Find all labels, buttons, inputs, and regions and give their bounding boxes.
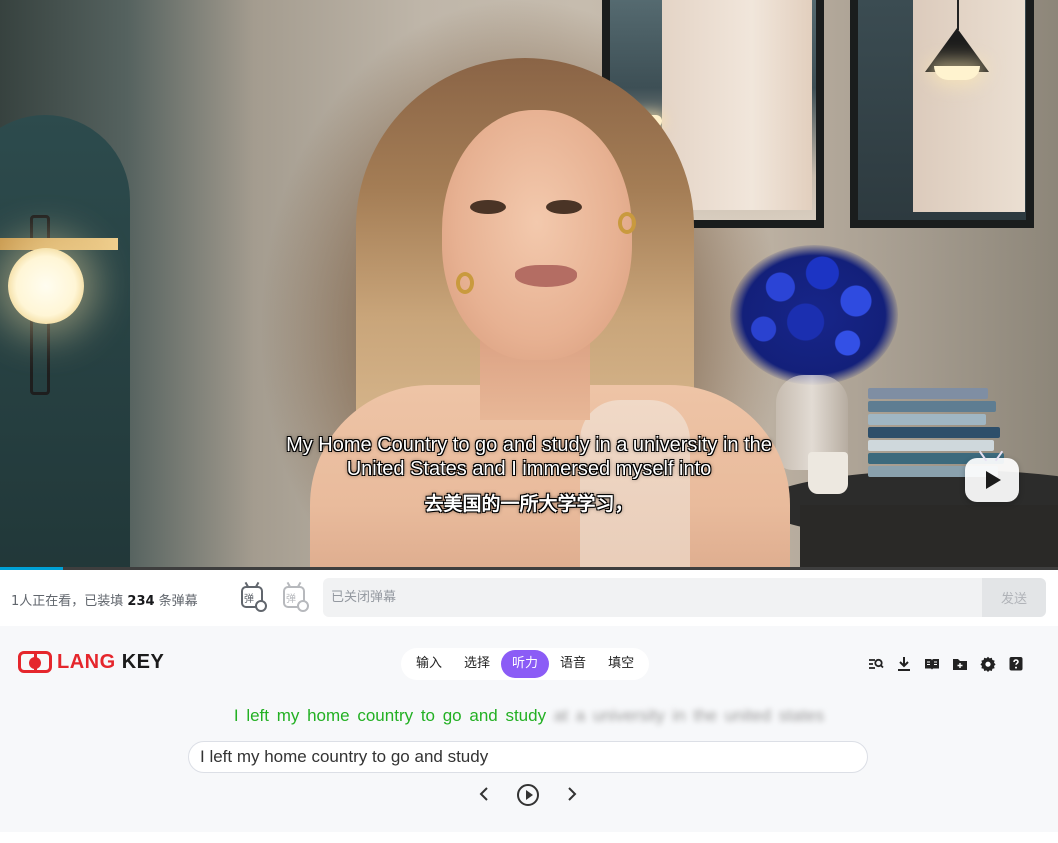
earring (618, 212, 636, 234)
search-list-icon[interactable] (867, 655, 885, 673)
danmaku-settings-label: 弹 (286, 594, 296, 605)
sentence-known-part: I left my home country to go and study (233, 706, 547, 725)
subtitle-english-line: United States and I immersed myself into (346, 458, 712, 480)
play-sentence-icon[interactable] (517, 784, 539, 806)
langkey-panel: LANG KEY 输入 选择 听力 语音 填空 I left my home c… (0, 626, 1058, 832)
gear-icon[interactable] (979, 655, 997, 673)
logo-lang-text: LANG (57, 650, 116, 673)
subtitle-english-line: My Home Country to go and study in a uni… (286, 434, 772, 456)
blue-flowers (730, 245, 898, 385)
langkey-logo: LANG KEY (18, 650, 164, 674)
tab-fill-blank[interactable]: 填空 (597, 650, 645, 678)
chevron-left-icon[interactable] (476, 782, 492, 811)
sentence-hidden-part: at a university in the united states (553, 706, 825, 725)
answer-input[interactable] (188, 741, 868, 773)
viewer-info-suffix: 条弹幕 (154, 594, 198, 609)
langkey-logo-icon (18, 651, 52, 673)
danmaku-input[interactable] (323, 578, 983, 617)
tab-input[interactable]: 输入 (405, 650, 453, 678)
danmaku-toggle-icon[interactable]: 弹 (241, 586, 267, 612)
download-icon[interactable] (895, 655, 913, 673)
folder-icon[interactable] (951, 655, 969, 673)
book-icon[interactable] (923, 655, 941, 673)
help-icon[interactable] (1007, 655, 1025, 673)
person-eye (546, 200, 582, 214)
send-button[interactable]: 发送 (982, 578, 1046, 617)
wall-lamp-bulb (8, 248, 84, 324)
person-mouth (515, 265, 577, 287)
pendant-lamp-light (934, 66, 980, 80)
listening-sentence: I left my home country to go and study a… (0, 706, 1058, 726)
danmaku-count: 234 (127, 594, 155, 609)
tab-choice[interactable]: 选择 (453, 650, 501, 678)
earring (456, 272, 474, 294)
viewer-info-prefix: 1人正在看，已装填 (11, 594, 128, 609)
pendant-cord (957, 0, 959, 30)
chevron-right-icon[interactable] (564, 782, 580, 811)
play-icon[interactable] (965, 450, 1019, 502)
video-player[interactable]: My Home Country to go and study in a uni… (0, 0, 1058, 568)
viewer-info: 1人正在看，已装填 234 条弹幕 (11, 590, 198, 609)
tab-speech[interactable]: 语音 (549, 650, 597, 678)
person-face (442, 110, 632, 360)
subtitle-chinese: 去美国的一所大学学习， (424, 493, 634, 515)
danmaku-settings-icon[interactable]: 弹 (283, 586, 309, 612)
logo-key-text: KEY (121, 650, 165, 673)
mode-tabs: 输入 选择 听力 语音 填空 (401, 648, 650, 680)
danmaku-bar: 1人正在看，已装填 234 条弹幕 弹 弹 发送 (0, 570, 1058, 626)
subtitle-english: My Home Country to go and study in a uni… (0, 433, 1058, 481)
langkey-toolbar (867, 655, 1025, 673)
person-eye (470, 200, 506, 214)
person-top (580, 400, 690, 568)
tab-listening[interactable]: 听力 (501, 650, 550, 678)
wall-lamp-arm (0, 238, 118, 250)
danmaku-toggle-label: 弹 (244, 594, 254, 605)
